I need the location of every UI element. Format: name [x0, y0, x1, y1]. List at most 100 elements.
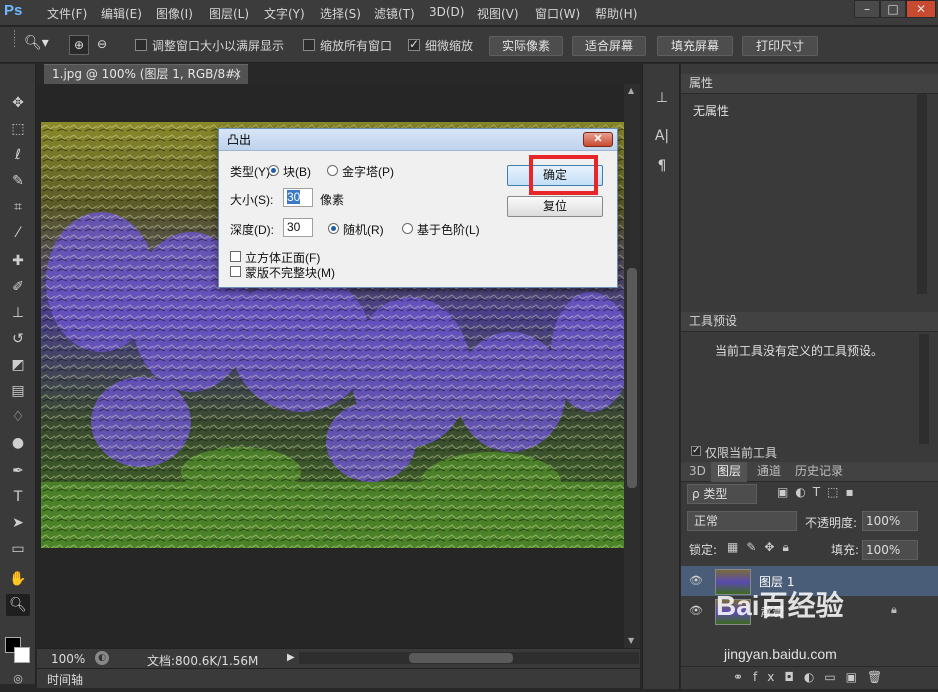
scrubby-zoom-checkbox[interactable] — [408, 37, 420, 51]
horizontal-scroll-thumb[interactable] — [409, 653, 513, 663]
resize-windows-checkbox[interactable] — [135, 39, 147, 51]
visibility-eye-icon[interactable]: 👁︎ — [689, 574, 703, 587]
minimize-button[interactable]: – — [854, 0, 880, 18]
menu-3d[interactable]: 3D(D) — [429, 5, 464, 19]
depth-level-radio[interactable] — [402, 223, 413, 234]
reset-button[interactable]: 复位 — [507, 196, 603, 217]
dodge-tool-icon[interactable]: ● — [6, 432, 30, 454]
lock-icon: 🔒︎ — [891, 603, 897, 616]
type-block-radio[interactable] — [268, 165, 279, 176]
clone-source-icon[interactable]: ⊥ — [651, 90, 673, 106]
menu-layer[interactable]: 图层(L) — [209, 5, 249, 22]
mask-incomplete-checkbox[interactable] — [230, 266, 241, 277]
menu-select[interactable]: 选择(S) — [320, 5, 361, 22]
restore-button[interactable]: □ — [880, 0, 906, 18]
healing-brush-tool-icon[interactable]: ✚ — [6, 250, 30, 272]
zoom-level[interactable]: 100% — [51, 652, 85, 666]
fill-input[interactable]: 100% — [862, 540, 918, 560]
shape-tool-icon[interactable]: ▭ — [6, 538, 30, 560]
opacity-input[interactable]: 100% — [862, 511, 918, 531]
tool-presets-content: 当前工具没有定义的工具预设。 — [715, 344, 884, 358]
marquee-tool-icon[interactable]: ⬚ — [6, 118, 30, 140]
layer-filter-select[interactable]: ρ 类型 — [687, 484, 757, 504]
type-pyramid-radio[interactable] — [327, 165, 338, 176]
menu-help[interactable]: 帮助(H) — [595, 5, 637, 22]
layers-bottom-icons[interactable]: ⚭fx◘◐▭▣🗑︎ — [681, 666, 938, 688]
tool-presets-scrollbar[interactable] — [919, 334, 929, 444]
timeline-tab[interactable]: 时间轴 — [47, 671, 83, 688]
tab-history[interactable]: 历史记录 — [789, 462, 849, 482]
hand-tool-icon[interactable]: ✋ — [6, 568, 30, 590]
tab-layers[interactable]: 图层 — [711, 462, 748, 482]
depth-random-radio[interactable] — [328, 223, 339, 234]
brush-tool-icon[interactable]: ✐ — [6, 276, 30, 298]
properties-content: 无属性 — [693, 104, 730, 118]
zoom-tool-preset-icon[interactable]: 🔍︎▾ — [24, 35, 58, 55]
type-block-label[interactable]: 块(B) — [283, 163, 311, 180]
path-select-tool-icon[interactable]: ➤ — [6, 512, 30, 534]
character-panel-icon[interactable]: A| — [651, 128, 673, 144]
size-unit: 像素 — [320, 193, 345, 207]
menu-view[interactable]: 视图(V) — [477, 5, 519, 22]
scrubby-zoom-label: 细微缩放 — [425, 39, 474, 53]
menu-file[interactable]: 文件(F) — [47, 5, 87, 22]
status-info-icon[interactable]: ◐ — [95, 651, 109, 665]
tab-channels[interactable]: 通道 — [751, 462, 787, 482]
crop-tool-icon[interactable]: ⌗ — [6, 196, 30, 218]
vertical-scroll-thumb[interactable] — [627, 268, 637, 488]
zoom-all-label: 缩放所有窗口 — [320, 39, 393, 53]
solid-front-checkbox[interactable] — [230, 251, 241, 262]
paragraph-panel-icon[interactable]: ¶ — [651, 158, 673, 174]
depth-random-label[interactable]: 随机(R) — [343, 221, 384, 238]
zoom-out-icon[interactable]: ⊖ — [92, 35, 112, 55]
clone-stamp-tool-icon[interactable]: ⊥ — [6, 302, 30, 324]
close-window-button[interactable]: ✕ — [906, 0, 936, 18]
move-tool-icon[interactable]: ✥ — [6, 92, 30, 114]
depth-input[interactable]: 30 — [283, 218, 313, 237]
properties-scrollbar[interactable] — [917, 94, 927, 294]
fill-label: 填充: — [831, 543, 860, 557]
visibility-eye-icon[interactable]: 👁︎ — [689, 604, 703, 617]
pen-tool-icon[interactable]: ✒ — [6, 460, 30, 482]
menu-type[interactable]: 文字(Y) — [264, 5, 305, 22]
menu-window[interactable]: 窗口(W) — [535, 5, 580, 22]
layer-filter-icons[interactable]: ▣◐T⬚▪ — [777, 485, 917, 503]
document-tab[interactable]: 1.jpg @ 100% (图层 1, RGB/8#) * × — [44, 64, 248, 100]
background-color-swatch[interactable] — [14, 647, 30, 663]
menu-image[interactable]: 图像(I) — [156, 5, 193, 22]
tab-3d[interactable]: 3D — [683, 462, 712, 482]
zoom-in-icon[interactable]: ⊕ — [69, 35, 89, 55]
dialog-close-icon[interactable]: ✕ — [583, 132, 613, 147]
menu-filter[interactable]: 滤镜(T) — [374, 5, 415, 22]
mask-incomplete-label[interactable]: 蒙版不完整块(M) — [245, 264, 335, 281]
blend-mode-select[interactable]: 正常 — [687, 511, 797, 531]
blur-tool-icon[interactable]: ♢ — [6, 406, 30, 428]
history-brush-tool-icon[interactable]: ↺ — [6, 328, 30, 350]
actual-pixels-button[interactable]: 实际像素 — [489, 36, 563, 56]
lasso-tool-icon[interactable]: ℓ — [6, 144, 30, 166]
scroll-up-icon[interactable]: ▲ — [628, 86, 634, 95]
zoom-all-checkbox[interactable] — [303, 39, 315, 51]
type-pyramid-label[interactable]: 金字塔(P) — [342, 163, 394, 180]
timeline-bar: 时间轴 — [37, 668, 640, 688]
fit-screen-button[interactable]: 适合屏幕 — [572, 36, 646, 56]
options-bar: ⋮⋮ 🔍︎▾ ⊕ ⊖ 调整窗口大小以满屏显示 缩放所有窗口 细微缩放 实际像素 … — [0, 27, 938, 63]
size-input[interactable]: 30 — [283, 188, 313, 207]
print-size-button[interactable]: 打印尺寸 — [742, 36, 818, 56]
menu-edit[interactable]: 编辑(E) — [101, 5, 142, 22]
current-tool-only-checkbox[interactable]: ✓ — [691, 446, 701, 456]
fill-screen-button[interactable]: 填充屏幕 — [657, 36, 733, 56]
status-menu-arrow-icon[interactable]: ▶ — [287, 652, 295, 663]
close-tab-icon[interactable]: × — [232, 65, 242, 84]
type-tool-icon[interactable]: T — [6, 486, 30, 508]
eyedropper-tool-icon[interactable]: ⁄ — [6, 222, 30, 244]
scroll-down-icon[interactable]: ▼ — [628, 636, 634, 645]
lock-icons[interactable]: ▦✎✥🔒︎ — [727, 540, 807, 556]
zoom-tool-icon[interactable]: 🔍︎ — [6, 594, 30, 616]
grip-icon: ⋮ ⋮ — [10, 30, 19, 49]
quick-select-tool-icon[interactable]: ✎ — [6, 170, 30, 192]
depth-level-label[interactable]: 基于色阶(L) — [417, 221, 480, 238]
quick-mask-icon[interactable]: ◎ — [6, 668, 30, 690]
gradient-tool-icon[interactable]: ▤ — [6, 380, 30, 402]
eraser-tool-icon[interactable]: ◩ — [6, 354, 30, 376]
